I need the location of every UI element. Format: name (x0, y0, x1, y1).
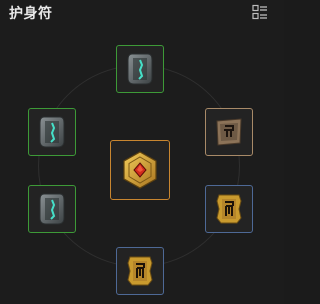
talisman-slot-center[interactable] (110, 140, 170, 200)
gold-glyph-talisman-icon (124, 254, 156, 288)
talisman-slot-lower-right[interactable] (205, 185, 253, 233)
list-view-icon[interactable] (252, 4, 268, 20)
talisman-slot-lower-left[interactable] (28, 185, 76, 233)
talisman-panel: 护身符 (0, 0, 284, 304)
talisman-slot-upper-left[interactable] (28, 108, 76, 156)
talisman-slot-bottom[interactable] (116, 247, 164, 295)
bronze-glyph-talisman-icon (213, 116, 245, 148)
teal-rune-stone-icon (38, 192, 66, 226)
gold-glyph-talisman-icon (213, 192, 245, 226)
gold-hexagon-red-gem-amulet-icon (120, 150, 160, 190)
teal-rune-stone-icon (126, 52, 154, 86)
panel-title: 护身符 (9, 6, 53, 22)
talisman-slot-top[interactable] (116, 45, 164, 93)
talisman-slot-upper-right[interactable] (205, 108, 253, 156)
teal-rune-stone-icon (38, 115, 66, 149)
